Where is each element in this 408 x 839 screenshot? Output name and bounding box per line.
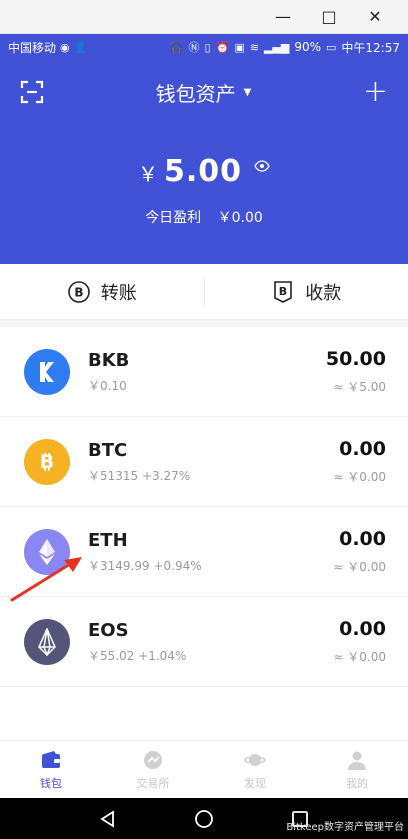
asset-symbol: ETH — [88, 529, 128, 551]
scan-icon[interactable] — [20, 80, 44, 104]
asset-fiat-value: ≈ ￥0.00 — [333, 470, 386, 484]
asset-fiat-value: ≈ ￥0.00 — [333, 650, 386, 664]
add-icon[interactable]: + — [363, 77, 388, 107]
app-notification-icon: ◉ — [60, 40, 70, 54]
home-icon[interactable] — [194, 809, 214, 829]
nfc-icon: Ⓝ — [188, 41, 200, 54]
signal-icon: ▂▄▆ — [263, 40, 290, 54]
app-window: — □ ✕ 中国移动 ◉ 👤 🎧 Ⓝ ▯ ⏰ ▣ ≋ ▂▄▆ 90% ▭ 中午1… — [0, 0, 408, 839]
asset-symbol: BKB — [88, 349, 130, 371]
asset-fiat-value: ≈ ￥5.00 — [333, 380, 386, 394]
status-bar: 中国移动 ◉ 👤 🎧 Ⓝ ▯ ⏰ ▣ ≋ ▂▄▆ 90% ▭ 中午12:57 — [0, 34, 408, 60]
ethereum-icon — [24, 528, 70, 575]
wifi-icon: ≋ — [249, 40, 259, 54]
action-bar: B 转账 B 收款 — [0, 264, 408, 320]
bkb-icon — [24, 348, 70, 395]
watermark: Bitkeep数字资产管理平台 — [286, 822, 404, 833]
profile-icon — [348, 751, 366, 770]
asset-amount: 0.00 — [339, 528, 386, 550]
wallet-header: 钱包资产 ▼ + ￥ 5.00 今日盈利 ￥0.00 — [0, 60, 408, 264]
window-titlebar: — □ ✕ — [0, 0, 408, 34]
vibrate-icon: ▯ — [204, 40, 211, 54]
tab-label: 交易所 — [136, 776, 170, 790]
tab-exchange[interactable]: 交易所 — [102, 741, 204, 798]
exchange-icon — [144, 750, 162, 769]
svg-text:B: B — [40, 451, 54, 473]
page-title: 钱包资产 — [155, 81, 236, 106]
bitcoin-icon: B — [24, 438, 70, 485]
daily-profit: 今日盈利 ￥0.00 — [0, 207, 408, 227]
asset-amount: 0.00 — [339, 618, 386, 640]
transfer-label: 转账 — [100, 282, 137, 304]
total-balance: ￥ 5.00 — [0, 154, 408, 189]
asset-amount: 0.00 — [339, 438, 386, 460]
asset-price: ￥55.02 +1.04% — [88, 648, 187, 663]
asset-row-eth[interactable]: ETH ￥3149.99 +0.94% 0.00 ≈ ￥0.00 — [0, 507, 408, 597]
minimize-button[interactable]: — — [260, 0, 306, 34]
maximize-button[interactable]: □ — [306, 0, 352, 34]
asset-price: ￥51315 +3.27% — [88, 468, 191, 483]
profit-label: 今日盈利 — [145, 210, 202, 226]
receive-label: 收款 — [305, 282, 342, 304]
carrier-label: 中国移动 — [8, 40, 57, 55]
asset-row-eos[interactable]: EOS ￥55.02 +1.04% 0.00 ≈ ￥0.00 — [0, 597, 408, 687]
tab-profile[interactable]: 我的 — [306, 741, 408, 798]
eye-icon[interactable] — [254, 160, 270, 176]
transfer-icon: B — [67, 280, 90, 303]
hd-icon: ▣ — [234, 40, 245, 54]
transfer-button[interactable]: B 转账 — [0, 279, 204, 305]
user-icon: 👤 — [73, 40, 88, 54]
back-icon[interactable] — [99, 809, 117, 828]
receive-icon: B — [274, 280, 293, 303]
asset-price: ￥0.10 — [88, 378, 127, 393]
tab-label: 钱包 — [40, 776, 62, 790]
asset-symbol: BTC — [88, 439, 128, 461]
battery-icon: ▭ — [326, 40, 337, 54]
asset-price: ￥3149.99 +0.94% — [88, 558, 202, 573]
currency-symbol: ￥ — [137, 162, 158, 186]
eos-icon — [24, 618, 70, 665]
profit-value: ￥0.00 — [217, 210, 263, 226]
asset-symbol: EOS — [88, 619, 129, 641]
wallet-switcher[interactable]: 钱包资产 ▼ — [156, 78, 252, 107]
svg-text:B: B — [74, 285, 83, 299]
clock: 中午12:57 — [341, 40, 400, 55]
planet-icon — [244, 753, 266, 766]
asset-row-bkb[interactable]: BKB ￥0.10 50.00 ≈ ￥5.00 — [0, 327, 408, 417]
balance-value: 5.00 — [163, 154, 243, 189]
tab-label: 我的 — [346, 776, 368, 790]
wallet-icon — [42, 750, 60, 768]
asset-list: BKB ￥0.10 50.00 ≈ ￥5.00 B BTC ￥51315 +3.… — [0, 327, 408, 687]
svg-text:B: B — [279, 285, 287, 298]
receive-button[interactable]: B 收款 — [205, 279, 408, 305]
headphones-icon: 🎧 — [169, 40, 184, 54]
caret-down-icon: ▼ — [243, 86, 252, 98]
alarm-icon: ⏰ — [215, 40, 230, 54]
tab-discover[interactable]: 发现 — [204, 741, 306, 798]
tab-label: 发现 — [244, 776, 266, 790]
tab-wallet[interactable]: 钱包 — [0, 741, 102, 798]
asset-row-btc[interactable]: B BTC ￥51315 +3.27% 0.00 ≈ ￥0.00 — [0, 417, 408, 507]
asset-amount: 50.00 — [325, 348, 386, 370]
asset-fiat-value: ≈ ￥0.00 — [333, 560, 386, 574]
bottom-tab-bar: 钱包 交易所 发现 我的 — [0, 740, 408, 798]
battery-percent: 90% — [294, 40, 321, 54]
divider — [0, 320, 408, 327]
close-button[interactable]: ✕ — [352, 0, 398, 34]
